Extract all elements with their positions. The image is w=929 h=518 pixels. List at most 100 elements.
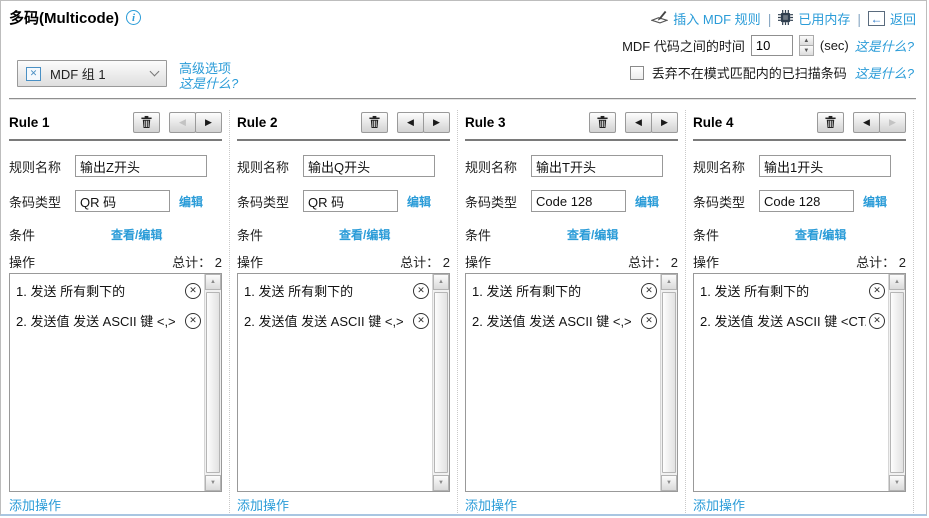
delete-rule-button[interactable] xyxy=(133,112,160,133)
scrollbar-thumb[interactable] xyxy=(434,292,448,473)
move-rule-right-button[interactable]: ▶ xyxy=(423,112,450,133)
discard-checkbox[interactable] xyxy=(630,66,644,80)
rule-column-4: Rule 4 ◀ ▶ 规则名称 条码类型 编辑 条件 查看/编辑 xyxy=(693,110,914,516)
operation-text: 1. 发送 所有剩下的 xyxy=(16,281,182,300)
view-edit-condition-link[interactable]: 查看/编辑 xyxy=(339,226,390,243)
remove-operation-icon[interactable]: ✕ xyxy=(413,283,429,299)
back-link[interactable]: ← 返回 xyxy=(868,9,916,28)
memory-used-link[interactable]: 已用内存 xyxy=(778,9,850,28)
time-between-codes-input[interactable] xyxy=(751,35,793,56)
rule-divider xyxy=(465,139,678,141)
view-edit-condition-link[interactable]: 查看/编辑 xyxy=(567,226,618,243)
remove-operation-icon[interactable]: ✕ xyxy=(641,313,657,329)
scroll-down-icon[interactable]: ▼ xyxy=(205,475,221,491)
insert-rule-icon xyxy=(651,10,668,27)
move-rule-left-button[interactable]: ◀ xyxy=(853,112,880,133)
edit-code-type-link[interactable]: 编辑 xyxy=(635,193,659,210)
move-rule-left-button[interactable]: ◀ xyxy=(625,112,652,133)
operation-item[interactable]: 2. 发送值 发送 ASCII 键 <,> ✕ xyxy=(244,311,429,330)
scrollbar[interactable]: ▲ ▼ xyxy=(888,274,905,491)
remove-operation-icon[interactable]: ✕ xyxy=(185,283,201,299)
remove-operation-icon[interactable]: ✕ xyxy=(641,283,657,299)
time-between-codes-label: MDF 代码之间的时间 xyxy=(622,36,745,55)
remove-operation-icon[interactable]: ✕ xyxy=(869,313,885,329)
scrollbar-thumb[interactable] xyxy=(890,292,904,473)
add-operation-link[interactable]: 添加操作 xyxy=(693,495,745,514)
scroll-up-icon[interactable]: ▲ xyxy=(889,274,905,290)
time-stepper[interactable]: ▲ ▼ xyxy=(799,35,814,56)
move-rule-right-button[interactable]: ▶ xyxy=(879,112,906,133)
operation-item[interactable]: 1. 发送 所有剩下的 ✕ xyxy=(700,281,885,300)
scrollbar[interactable]: ▲ ▼ xyxy=(204,274,221,491)
rule-divider xyxy=(237,139,450,141)
rule-name-label: 规则名称 xyxy=(693,157,759,176)
stepper-down-icon[interactable]: ▼ xyxy=(799,45,814,56)
remove-operation-icon[interactable]: ✕ xyxy=(185,313,201,329)
rule-name-input[interactable] xyxy=(75,155,207,177)
delete-rule-button[interactable] xyxy=(817,112,844,133)
scroll-down-icon[interactable]: ▼ xyxy=(889,475,905,491)
move-rule-left-button[interactable]: ◀ xyxy=(397,112,424,133)
operation-item[interactable]: 1. 发送 所有剩下的 ✕ xyxy=(472,281,657,300)
insert-mdf-rule-link[interactable]: 插入 MDF 规则 xyxy=(651,9,760,28)
code-type-input[interactable] xyxy=(531,190,626,212)
edit-code-type-link[interactable]: 编辑 xyxy=(179,193,203,210)
remove-operation-icon[interactable]: ✕ xyxy=(869,283,885,299)
operation-label: 操作 xyxy=(465,252,491,271)
back-arrow-icon: ← xyxy=(868,11,885,26)
operation-label: 操作 xyxy=(693,252,719,271)
operation-item[interactable]: 2. 发送值 发送 ASCII 键 <,> ✕ xyxy=(472,311,657,330)
move-rule-right-button[interactable]: ▶ xyxy=(651,112,678,133)
mdf-group-select[interactable]: ✕ MDF 组 1 xyxy=(17,60,167,87)
add-operation-link[interactable]: 添加操作 xyxy=(465,495,517,514)
operation-item[interactable]: 1. 发送 所有剩下的 ✕ xyxy=(244,281,429,300)
rule-title: Rule 4 xyxy=(693,115,734,130)
operation-item[interactable]: 2. 发送值 发送 ASCII 键 <CT... ✕ xyxy=(700,311,885,330)
time-help-link[interactable]: 这是什么? xyxy=(855,36,914,55)
scroll-up-icon[interactable]: ▲ xyxy=(205,274,221,290)
operation-item[interactable]: 2. 发送值 发送 ASCII 键 <,> ✕ xyxy=(16,311,201,330)
arrow-left-icon: ◀ xyxy=(635,118,642,127)
divider: | xyxy=(768,11,772,27)
delete-rule-button[interactable] xyxy=(589,112,616,133)
arrow-left-icon: ◀ xyxy=(407,118,414,127)
move-rule-left-button[interactable]: ◀ xyxy=(169,112,196,133)
trash-icon xyxy=(824,115,837,129)
scroll-up-icon[interactable]: ▲ xyxy=(661,274,677,290)
code-type-input[interactable] xyxy=(75,190,170,212)
trash-icon xyxy=(140,115,153,129)
view-edit-condition-link[interactable]: 查看/编辑 xyxy=(111,226,162,243)
delete-rule-button[interactable] xyxy=(361,112,388,133)
code-type-input[interactable] xyxy=(303,190,398,212)
add-operation-link[interactable]: 添加操作 xyxy=(9,495,61,514)
info-icon[interactable]: i xyxy=(126,10,141,25)
group-help-link[interactable]: 这是什么? xyxy=(179,76,238,91)
edit-code-type-link[interactable]: 编辑 xyxy=(407,193,431,210)
operation-item[interactable]: 1. 发送 所有剩下的 ✕ xyxy=(16,281,201,300)
operation-text: 2. 发送值 发送 ASCII 键 <,> xyxy=(244,311,410,330)
scroll-down-icon[interactable]: ▼ xyxy=(433,475,449,491)
rule-name-label: 规则名称 xyxy=(9,157,75,176)
rule-name-input[interactable] xyxy=(303,155,435,177)
remove-operation-icon[interactable]: ✕ xyxy=(413,313,429,329)
scroll-down-icon[interactable]: ▼ xyxy=(661,475,677,491)
scrollbar-thumb[interactable] xyxy=(206,292,220,473)
scrollbar[interactable]: ▲ ▼ xyxy=(660,274,677,491)
rule-name-input[interactable] xyxy=(759,155,891,177)
rule-name-input[interactable] xyxy=(531,155,663,177)
code-type-input[interactable] xyxy=(759,190,854,212)
scroll-up-icon[interactable]: ▲ xyxy=(433,274,449,290)
advanced-options-link[interactable]: 高级选项 xyxy=(179,61,238,76)
add-operation-link[interactable]: 添加操作 xyxy=(237,495,289,514)
scrollbar-thumb[interactable] xyxy=(662,292,676,473)
arrow-left-icon: ◀ xyxy=(179,118,186,127)
insert-rule-label: 插入 MDF 规则 xyxy=(673,9,760,28)
rule-divider xyxy=(9,139,222,141)
view-edit-condition-link[interactable]: 查看/编辑 xyxy=(795,226,846,243)
scrollbar[interactable]: ▲ ▼ xyxy=(432,274,449,491)
move-rule-right-button[interactable]: ▶ xyxy=(195,112,222,133)
discard-help-link[interactable]: 这是什么? xyxy=(855,63,914,82)
arrow-right-icon: ▶ xyxy=(661,118,668,127)
edit-code-type-link[interactable]: 编辑 xyxy=(863,193,887,210)
code-type-label: 条码类型 xyxy=(237,192,303,211)
